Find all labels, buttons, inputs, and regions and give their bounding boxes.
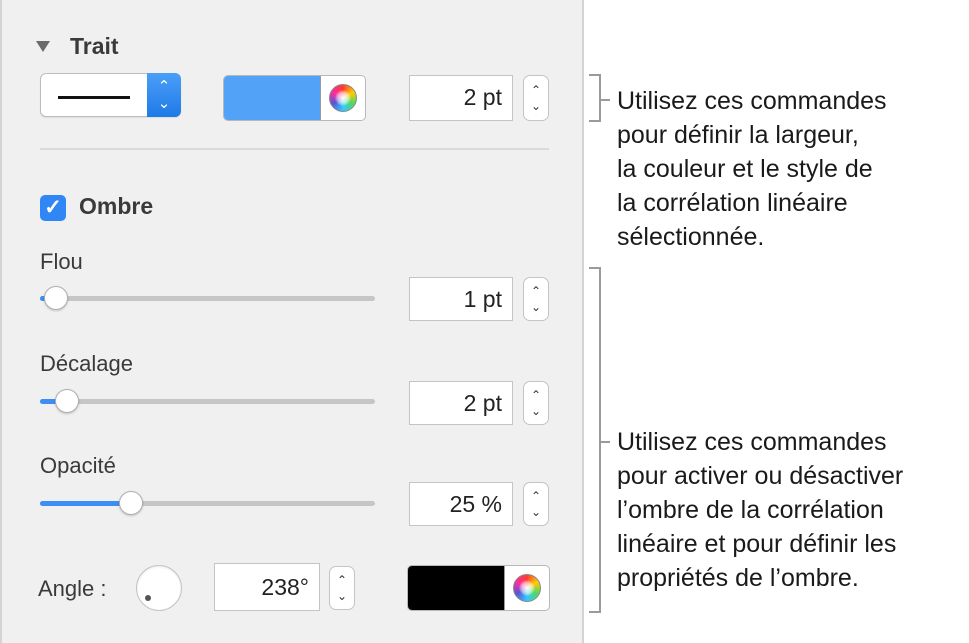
- shadow-callout-bracket: [589, 267, 601, 613]
- stroke-section-title: Trait: [70, 33, 119, 59]
- section-divider: [40, 148, 549, 150]
- shadow-checkbox[interactable]: ✓: [40, 195, 66, 221]
- angle-stepper[interactable]: ⌃ ⌄: [329, 566, 355, 610]
- offset-slider-knob[interactable]: [55, 389, 79, 413]
- opacity-label: Opacité: [40, 453, 116, 478]
- shadow-callout-line: propriétés de l’ombre.: [617, 564, 859, 592]
- shadow-callout-text: Utilisez ces commandes pour activer ou d…: [617, 425, 962, 595]
- shadow-callout-line: l’ombre de la corrélation: [617, 496, 884, 524]
- blur-label: Flou: [40, 249, 83, 274]
- opacity-slider-knob[interactable]: [119, 491, 143, 515]
- shadow-callout-line: Utilisez ces commandes: [617, 428, 887, 456]
- shadow-section-title: Ombre: [79, 193, 154, 219]
- blur-field[interactable]: 1 pt: [409, 277, 513, 321]
- stroke-callout-line: la corrélation linéaire: [617, 189, 848, 217]
- stroke-callout-bracket: [589, 74, 601, 122]
- shadow-color-swatch[interactable]: [408, 566, 505, 610]
- offset-field[interactable]: 2 pt: [409, 381, 513, 425]
- stroke-callout-tick: [601, 99, 610, 101]
- angle-dial-indicator: [145, 595, 151, 601]
- blur-slider-knob[interactable]: [44, 286, 68, 310]
- blur-stepper[interactable]: ⌃ ⌄: [523, 277, 549, 321]
- offset-label: Décalage: [40, 351, 133, 376]
- shadow-callout-tick: [601, 441, 610, 443]
- blur-slider[interactable]: [40, 286, 375, 310]
- shadow-callout-line: pour activer ou désactiver: [617, 462, 904, 490]
- opacity-stepper[interactable]: ⌃ ⌄: [523, 482, 549, 526]
- stroke-callout-line: pour définir la largeur,: [617, 121, 859, 149]
- stroke-callout-line: Utilisez ces commandes: [617, 87, 887, 115]
- offset-slider[interactable]: [40, 389, 375, 413]
- opacity-slider-fill: [40, 501, 130, 506]
- format-sidebar: Trait ⌃ ⌄ 2 pt ⌃ ⌄ ✓ Ombre Flou 1 pt ⌃ ⌄ Dé…: [0, 0, 584, 643]
- stroke-style-preview: [58, 96, 130, 99]
- shadow-callout-line: linéaire et pour définir les: [617, 530, 897, 558]
- shadow-color-well[interactable]: [407, 565, 550, 611]
- stroke-width-field[interactable]: 2 pt: [409, 75, 513, 121]
- stroke-color-swatch[interactable]: [224, 76, 321, 120]
- stroke-section-header[interactable]: Trait: [36, 33, 236, 63]
- stroke-color-well[interactable]: [223, 75, 366, 121]
- disclosure-triangle-icon[interactable]: [36, 41, 50, 52]
- stroke-callout-line: sélectionnée.: [617, 223, 765, 251]
- opacity-slider[interactable]: [40, 491, 375, 515]
- stroke-callout-line: la couleur et le style de: [617, 155, 873, 183]
- angle-field[interactable]: 238°: [214, 563, 320, 611]
- angle-label: Angle :: [38, 576, 107, 601]
- stroke-width-stepper[interactable]: ⌃ ⌄: [523, 75, 549, 121]
- stroke-callout-text: Utilisez ces commandes pour définir la l…: [617, 84, 962, 254]
- stroke-style-popup[interactable]: ⌃ ⌄: [40, 73, 181, 117]
- color-wheel-icon[interactable]: [329, 84, 357, 112]
- chevron-up-down-icon: ⌃ ⌄: [147, 73, 181, 117]
- opacity-field[interactable]: 25 %: [409, 482, 513, 526]
- offset-stepper[interactable]: ⌃ ⌄: [523, 381, 549, 425]
- color-wheel-icon[interactable]: [513, 574, 541, 602]
- angle-dial[interactable]: [136, 565, 182, 611]
